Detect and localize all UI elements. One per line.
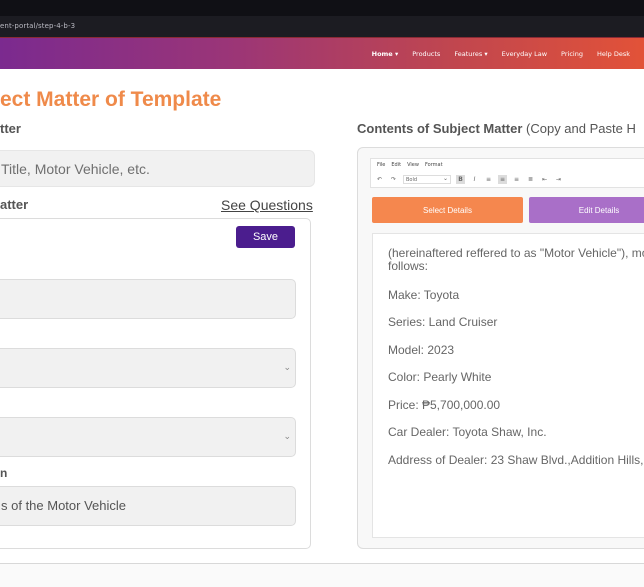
- question-text-field[interactable]: [0, 279, 296, 319]
- nav-item-home[interactable]: Home ▾: [372, 50, 399, 58]
- editor-toolbar: File Edit View Format ↶ ↷ Bold B I ≡ ≡ ≡…: [370, 158, 644, 188]
- question-select-field-1[interactable]: ⌄: [0, 348, 296, 388]
- contents-heading-rest: (Copy and Paste H: [522, 121, 636, 136]
- indent-icon[interactable]: ⇥: [554, 175, 563, 184]
- menu-format[interactable]: Format: [425, 162, 443, 168]
- editor-menu-row: File Edit View Format: [377, 162, 443, 168]
- nav-item-help-desk[interactable]: Help Desk: [597, 50, 630, 58]
- contents-heading: Contents of Subject Matter (Copy and Pas…: [357, 121, 636, 136]
- align-justify-icon[interactable]: ≣: [526, 175, 535, 184]
- redo-icon[interactable]: ↷: [389, 175, 398, 184]
- content-line-series: Series: Land Cruiser: [388, 315, 498, 329]
- browser-tab-strip: [0, 0, 644, 16]
- chevron-down-icon: ⌄: [283, 431, 291, 441]
- outdent-icon[interactable]: ⇤: [540, 175, 549, 184]
- nav-menu: Home ▾ Products Features ▾ Everyday Law …: [372, 38, 644, 69]
- nav-item-pricing[interactable]: Pricing: [561, 50, 583, 58]
- menu-view[interactable]: View: [407, 162, 419, 168]
- see-questions-link[interactable]: See Questions: [221, 197, 313, 213]
- undo-icon[interactable]: ↶: [375, 175, 384, 184]
- content-line-address: Address of Dealer: 23 Shaw Blvd.,Additio…: [388, 453, 644, 467]
- nav-item-products[interactable]: Products: [412, 50, 440, 58]
- editor-tool-row: ↶ ↷ Bold B I ≡ ≡ ≡ ≣ ⇤ ⇥: [375, 175, 563, 184]
- chevron-down-icon: ⌄: [283, 362, 291, 372]
- editor-content[interactable]: (hereinaftered reffered to as "Motor Veh…: [372, 233, 644, 538]
- edit-details-button[interactable]: Edit Details: [529, 197, 644, 223]
- browser-address-bar: ent-portal/step-4-b-3: [0, 0, 644, 38]
- subject-title-placeholder: Title, Motor Vehicle, etc.: [1, 161, 150, 177]
- menu-file[interactable]: File: [377, 162, 385, 168]
- subject-name-value: s of the Motor Vehicle: [1, 498, 127, 513]
- content-line-price: Price: ₱5,700,000.00: [388, 398, 501, 412]
- subject-name-field[interactable]: s of the Motor Vehicle: [0, 486, 296, 526]
- matter-label: atter: [0, 197, 29, 212]
- question-select-field-2[interactable]: ⌄: [0, 417, 296, 457]
- align-left-icon[interactable]: ≡: [484, 175, 493, 184]
- content-line-color: Color: Pearly White: [388, 370, 492, 384]
- page-title: ect Matter of Template: [0, 88, 222, 111]
- content-line-model: Model: 2023: [388, 343, 455, 357]
- url-text[interactable]: ent-portal/step-4-b-3: [0, 22, 75, 30]
- bold-icon[interactable]: B: [456, 175, 465, 184]
- subject-matter-label: tter: [0, 121, 21, 136]
- top-navbar: Home ▾ Products Features ▾ Everyday Law …: [0, 38, 644, 69]
- nav-item-features[interactable]: Features ▾: [454, 50, 487, 58]
- align-right-icon[interactable]: ≡: [512, 175, 521, 184]
- save-button[interactable]: Save: [236, 226, 295, 248]
- nav-item-everyday-law[interactable]: Everyday Law: [502, 50, 547, 58]
- align-center-icon[interactable]: ≡: [498, 175, 507, 184]
- content-intro: (hereinaftered reffered to as "Motor Veh…: [388, 246, 644, 273]
- italic-icon[interactable]: I: [470, 175, 479, 184]
- subject-title-input[interactable]: Title, Motor Vehicle, etc.: [0, 150, 315, 187]
- select-details-button[interactable]: Select Details: [372, 197, 523, 223]
- contents-heading-bold: Contents of Subject Matter: [357, 121, 523, 136]
- footer-strip: [0, 564, 644, 587]
- format-select[interactable]: Bold: [403, 175, 451, 184]
- content-line-make: Make: Toyota: [388, 288, 460, 302]
- menu-edit[interactable]: Edit: [391, 162, 401, 168]
- content-line-dealer: Car Dealer: Toyota Shaw, Inc.: [388, 425, 547, 439]
- question-label: n: [0, 466, 8, 480]
